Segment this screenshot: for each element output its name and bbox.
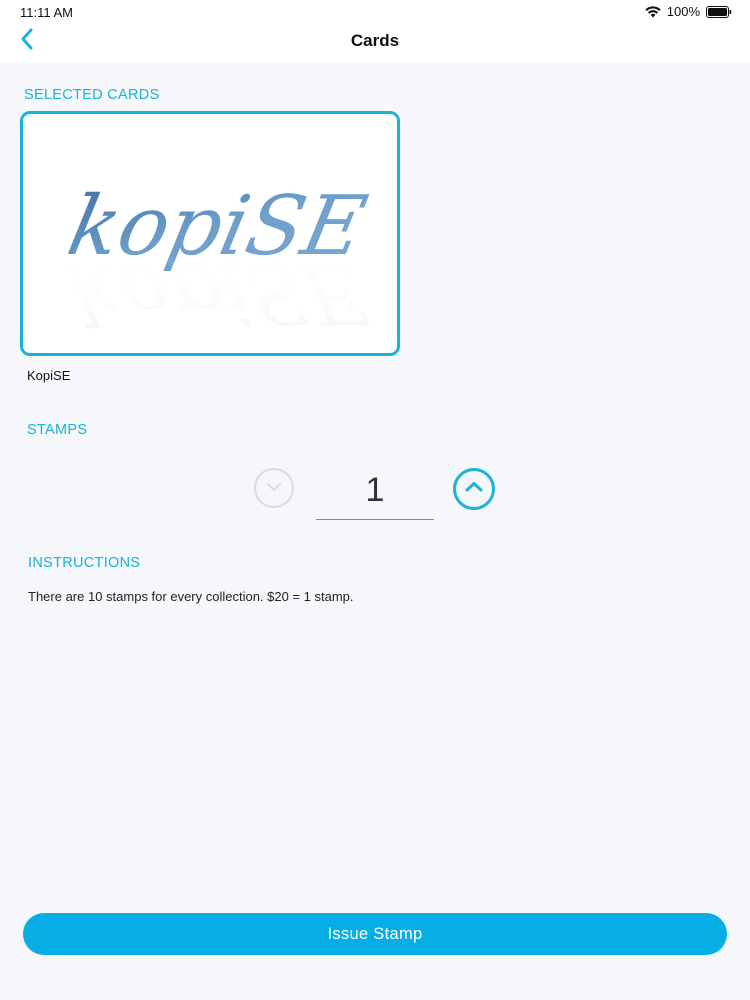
wifi-icon [645, 5, 661, 18]
cards-screen: 11:11 AM 100% Cards SELECTED CARDS kopiS… [0, 0, 750, 1000]
card-name: KopiSE [27, 368, 71, 383]
chevron-up-icon [465, 480, 483, 498]
battery-icon [706, 5, 732, 18]
battery-percent: 100% [666, 4, 700, 19]
status-indicators: 100% [645, 4, 732, 19]
status-time: 11:11 AM [20, 5, 73, 20]
page-title: Cards [350, 31, 400, 50]
chevron-down-icon [266, 479, 282, 497]
selected-card[interactable]: kopiSE kopiSE [20, 111, 400, 356]
instructions-text: There are 10 stamps for every collection… [28, 589, 354, 604]
issue-stamp-button[interactable]: Issue Stamp [23, 913, 727, 955]
stamp-quantity[interactable]: 1 [316, 468, 434, 520]
selected-cards-heading: SELECTED CARDS [24, 87, 160, 103]
increment-button[interactable] [453, 468, 495, 510]
decrement-button[interactable] [254, 468, 294, 508]
instructions-heading: INSTRUCTIONS [28, 555, 141, 571]
stamps-heading: STAMPS [27, 422, 88, 438]
top-bar: 11:11 AM 100% Cards [0, 0, 750, 62]
kopise-logo: kopiSE kopiSE [23, 178, 397, 353]
